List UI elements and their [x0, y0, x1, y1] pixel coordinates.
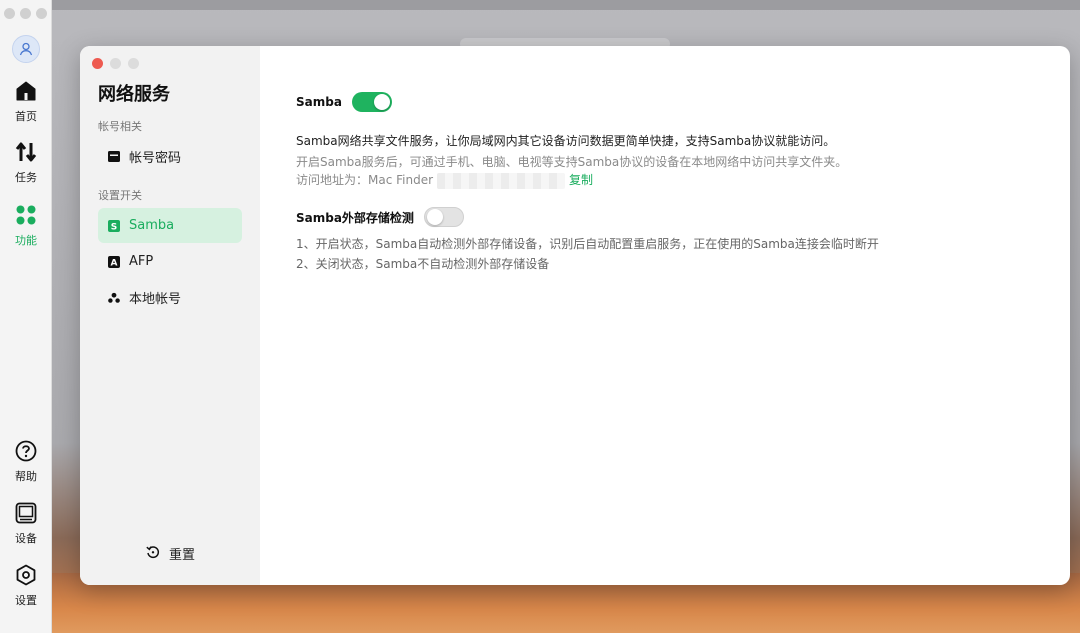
rail-item-tasks[interactable]: 任务 [0, 141, 52, 185]
copy-link[interactable]: 复制 [569, 173, 593, 187]
rail-label: 首页 [15, 110, 37, 123]
sidebar-item-label: Samba [129, 218, 175, 233]
svg-text:A: A [111, 258, 118, 268]
external-storage-toggle[interactable] [423, 207, 464, 227]
close-dot[interactable] [92, 58, 103, 69]
device-icon [15, 502, 37, 524]
external-storage-label: Samba外部存储检测 [296, 210, 414, 225]
section-label-switch: 设置开关 [98, 189, 142, 202]
reset-icon [146, 545, 160, 563]
rail-label: 帮助 [15, 470, 37, 483]
rail-item-home[interactable]: 首页 [0, 80, 52, 124]
external-note-off: 2、关闭状态，Samba不自动检测外部存储设备 [296, 257, 550, 271]
minimize-dot[interactable] [110, 58, 121, 69]
sidebar-item-label: AFP [129, 254, 154, 269]
sidebar-item-samba[interactable]: S Samba [98, 208, 242, 243]
sidebar-item-local-account[interactable]: 本地帐号 [98, 280, 242, 315]
help-icon [15, 440, 37, 462]
rail-item-features[interactable]: 功能 [0, 204, 52, 248]
rail-label: 任务 [15, 171, 37, 184]
users-icon [108, 292, 120, 304]
window-minimize-dot[interactable] [20, 8, 31, 19]
samba-icon: S [108, 219, 120, 232]
redacted-address [437, 172, 566, 189]
rail-label: 设备 [15, 532, 37, 545]
access-address-line: 访问地址为：Mac Finder 复制 [296, 171, 593, 189]
samba-toggle[interactable] [351, 92, 392, 112]
sidebar-item-label: 本地帐号 [129, 292, 182, 307]
external-note-on: 1、开启状态，Samba自动检测外部存储设备，识别后自动配置重启服务，正在使用的… [296, 237, 879, 251]
samba-description: Samba网络共享文件服务，让你局域网内其它设备访问数据更简单快捷，支持Samb… [296, 134, 836, 148]
sidebar-item-afp[interactable]: A AFP [98, 244, 242, 279]
sidebar: 网络服务 帐号相关 帐号密码 设置开关 S Samba A AFP 本地帐号 重… [80, 46, 260, 585]
address-prefix: 访问地址为：Mac Finder [296, 173, 434, 187]
settings-icon [16, 564, 36, 586]
rail-item-help[interactable]: 帮助 [0, 440, 52, 484]
reset-button[interactable]: 重置 [146, 544, 195, 563]
user-icon [19, 42, 33, 56]
home-icon [16, 81, 36, 101]
avatar[interactable] [12, 35, 40, 63]
card-icon [108, 151, 120, 163]
section-label-account: 帐号相关 [98, 120, 142, 133]
sidebar-item-account-password[interactable]: 帐号密码 [98, 139, 242, 174]
zoom-dot[interactable] [128, 58, 139, 69]
rail-label: 功能 [15, 234, 37, 247]
rail-label: 设置 [15, 594, 37, 607]
rail-item-settings[interactable]: 设置 [0, 564, 52, 608]
reset-label: 重置 [169, 548, 196, 563]
app-rail: 首页 任务 功能 帮助 设备 设置 [0, 0, 52, 633]
sidebar-item-label: 帐号密码 [129, 151, 182, 166]
window-zoom-dot[interactable] [36, 8, 47, 19]
toggle-knob [373, 94, 390, 110]
toggle-knob [426, 209, 443, 225]
afp-icon: A [108, 255, 120, 268]
grid-icon [16, 205, 36, 225]
transfer-icon [15, 142, 37, 162]
content-panel: Samba Samba网络共享文件服务，让你局域网内其它设备访问数据更简单快捷，… [260, 46, 1070, 585]
desktop-top [52, 0, 1080, 10]
window-close-dot[interactable] [4, 8, 15, 19]
svg-text:S: S [111, 222, 117, 232]
external-storage-row: Samba外部存储检测 [296, 207, 464, 227]
samba-hint: 开启Samba服务后，可通过手机、电脑、电视等支持Samba协议的设备在本地网络… [296, 155, 848, 169]
network-services-window: 网络服务 帐号相关 帐号密码 设置开关 S Samba A AFP 本地帐号 重… [80, 46, 1070, 585]
page-title: 网络服务 [98, 84, 170, 105]
samba-setting-row: Samba [296, 92, 392, 112]
samba-label: Samba [296, 95, 342, 109]
rail-item-device[interactable]: 设备 [0, 502, 52, 546]
